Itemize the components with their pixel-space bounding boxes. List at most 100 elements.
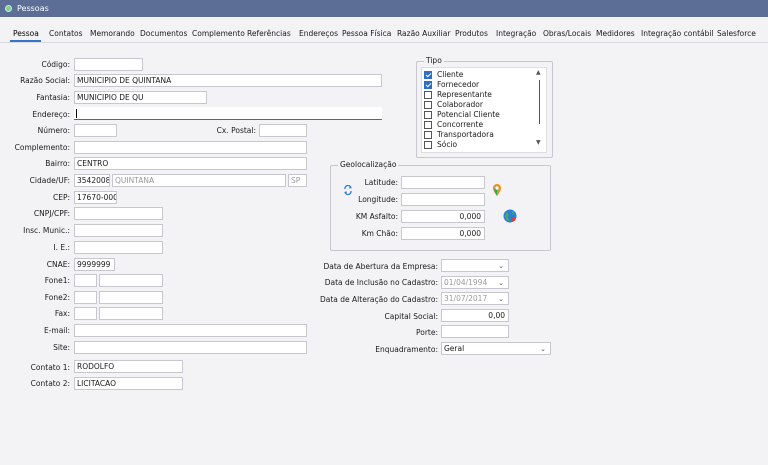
tab-enderecos[interactable]: Endereços xyxy=(299,29,338,38)
site-label: Site: xyxy=(53,343,70,352)
fone1-label: Fone1: xyxy=(44,276,70,285)
chevron-down-icon: ⌄ xyxy=(498,295,504,303)
longitude-input[interactable] xyxy=(401,193,485,206)
endereco-label: Endereço: xyxy=(32,110,70,119)
fone2-input[interactable] xyxy=(99,291,163,304)
contato1-label: Contato 1: xyxy=(30,363,70,372)
cidade-uf-label: Cidade/UF: xyxy=(29,176,70,185)
numero-label: Número: xyxy=(37,126,70,135)
fone1-ddd-input[interactable] xyxy=(74,274,97,287)
window-titlebar: Pessoas xyxy=(0,0,768,17)
insc-munic-input[interactable] xyxy=(74,224,163,237)
codigo-label: Código: xyxy=(41,60,70,69)
tab-memorando[interactable]: Memorando xyxy=(90,29,135,38)
cidade-code-input[interactable]: 3542008 xyxy=(74,174,110,187)
cnpj-cpf-label: CNPJ/CPF: xyxy=(33,209,70,218)
checkbox-socio[interactable] xyxy=(424,141,432,149)
checkbox-concorrente[interactable] xyxy=(424,121,432,129)
cnae-label: CNAE: xyxy=(46,260,70,269)
fantasia-label: Fantasia: xyxy=(36,93,70,102)
chevron-down-icon[interactable]: ⌄ xyxy=(540,344,546,354)
data-inclusao-picker: 01/04/1994 ⌄ xyxy=(441,276,509,289)
window-title: Pessoas xyxy=(17,4,49,13)
bairro-input[interactable]: CENTRO xyxy=(74,157,307,170)
globe-icon[interactable] xyxy=(503,209,517,223)
tipo-legend: Tipo xyxy=(424,56,444,65)
km-asfalto-label: KM Asfalto: xyxy=(355,212,398,221)
checkbox-potencial-cliente[interactable] xyxy=(424,111,432,119)
enquadramento-label: Enquadramento: xyxy=(375,345,438,354)
endereco-input[interactable] xyxy=(74,107,382,120)
latitude-label: Latitude: xyxy=(364,178,398,187)
codigo-input[interactable] xyxy=(74,58,143,71)
data-inclusao-label: Data de Inclusão no Cadastro: xyxy=(324,278,438,287)
complemento-label: Complemento: xyxy=(14,143,70,152)
cnpj-cpf-input[interactable] xyxy=(74,207,163,220)
fone2-label: Fone2: xyxy=(44,293,70,302)
checkbox-fornecedor[interactable] xyxy=(424,81,432,89)
porte-input[interactable] xyxy=(441,325,509,338)
email-label: E-mail: xyxy=(43,326,70,335)
longitude-label: Longitude: xyxy=(358,195,398,204)
cx-postal-input[interactable] xyxy=(259,124,307,137)
razao-social-input[interactable]: MUNICIPIO DE QUINTANA xyxy=(74,74,382,87)
ie-label: I. E.: xyxy=(53,243,70,252)
contato2-input[interactable]: LICITACAO xyxy=(74,377,183,390)
km-chao-input[interactable]: 0,000 xyxy=(401,227,485,240)
tipo-scrollbar[interactable]: ▲ ▼ xyxy=(534,69,544,149)
app-icon xyxy=(5,5,12,12)
tab-razao-auxiliar[interactable]: Razão Auxiliar xyxy=(397,29,450,38)
data-abertura-picker[interactable]: ⌄ xyxy=(441,259,509,272)
tab-complemento[interactable]: Complemento xyxy=(192,29,245,38)
fax-input[interactable] xyxy=(99,307,163,320)
map-pin-icon[interactable] xyxy=(492,183,502,197)
fantasia-input[interactable]: MUNICIPIO DE QU xyxy=(74,91,207,104)
enquadramento-select[interactable]: Geral ⌄ xyxy=(441,342,551,355)
text-caret xyxy=(76,109,77,118)
km-asfalto-input[interactable]: 0,000 xyxy=(401,210,485,223)
tab-documentos[interactable]: Documentos xyxy=(140,29,187,38)
tab-medidores[interactable]: Medidores xyxy=(596,29,635,38)
checkbox-cliente[interactable] xyxy=(424,71,432,79)
site-input[interactable] xyxy=(74,341,307,354)
chevron-down-icon[interactable]: ⌄ xyxy=(498,261,504,271)
fone1-input[interactable] xyxy=(99,274,163,287)
checkbox-representante[interactable] xyxy=(424,91,432,99)
cnae-input[interactable]: 9999999 xyxy=(74,258,115,271)
cep-input[interactable]: 17670-000 xyxy=(74,191,117,204)
latitude-input[interactable] xyxy=(401,176,485,189)
fax-ddd-input[interactable] xyxy=(74,307,97,320)
checkbox-transportadora[interactable] xyxy=(424,131,432,139)
scroll-thumb[interactable] xyxy=(539,80,540,124)
ie-input[interactable] xyxy=(74,241,163,254)
tab-salesforce[interactable]: Salesforce xyxy=(717,29,756,38)
checkbox-colaborador[interactable] xyxy=(424,101,432,109)
tab-integracao[interactable]: Integração xyxy=(496,29,536,38)
tab-referencias[interactable]: Referências xyxy=(247,29,291,38)
uf-field: SP xyxy=(288,174,307,187)
data-abertura-label: Data de Abertura da Empresa: xyxy=(323,262,438,271)
tab-pessoa[interactable]: Pessoa xyxy=(13,29,39,38)
chevron-down-icon: ⌄ xyxy=(498,279,504,287)
tab-bar: Pessoa Contatos Memorando Documentos Com… xyxy=(0,25,768,43)
tab-produtos[interactable]: Produtos xyxy=(455,29,488,38)
contato1-input[interactable]: RODOLFO xyxy=(74,360,183,373)
tab-integracao-contabil[interactable]: Integração contábil xyxy=(641,29,714,38)
data-alteracao-label: Data de Alteração do Cadastro: xyxy=(320,295,438,304)
tab-obras-locais[interactable]: Obras/Locais xyxy=(543,29,591,38)
refresh-icon[interactable] xyxy=(343,185,353,195)
scroll-down-icon[interactable]: ▼ xyxy=(536,139,541,146)
km-chao-label: Km Chão: xyxy=(361,229,398,238)
data-alteracao-picker: 31/07/2017 ⌄ xyxy=(441,292,509,305)
tipo-list: Cliente Fornecedor Representante Colabor… xyxy=(421,67,547,153)
tab-contatos[interactable]: Contatos xyxy=(49,29,83,38)
numero-input[interactable] xyxy=(74,124,117,137)
cep-label: CEP: xyxy=(52,193,70,202)
capital-social-input[interactable]: 0,00 xyxy=(441,309,509,322)
scroll-up-icon[interactable]: ▲ xyxy=(536,69,541,76)
email-input[interactable] xyxy=(74,324,307,337)
complemento-input[interactable] xyxy=(74,141,307,154)
fone2-ddd-input[interactable] xyxy=(74,291,97,304)
insc-munic-label: Insc. Munic.: xyxy=(23,226,70,235)
tab-pessoa-fisica[interactable]: Pessoa Física xyxy=(342,29,391,38)
